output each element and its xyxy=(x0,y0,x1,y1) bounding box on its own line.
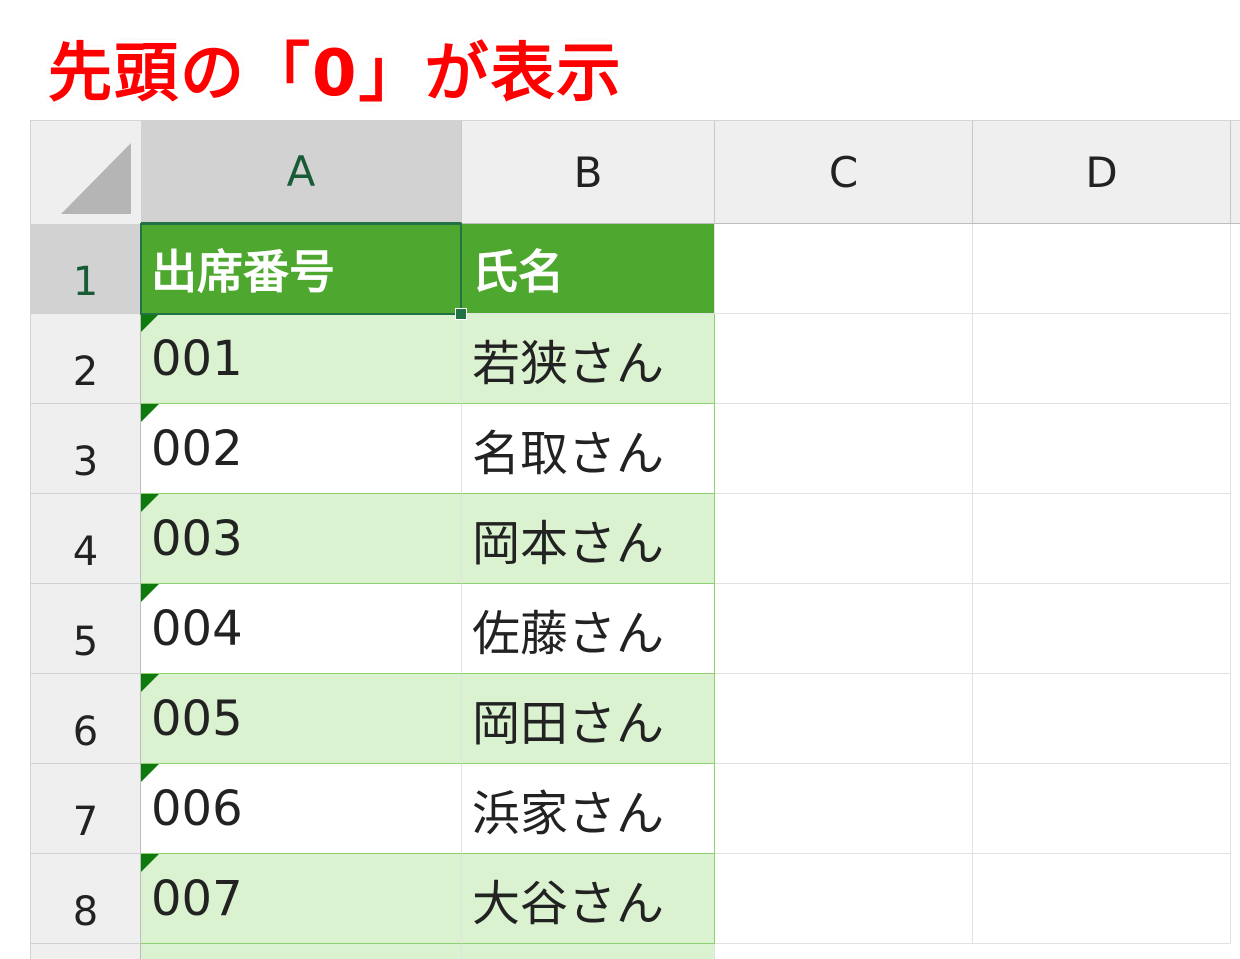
cell-c7[interactable] xyxy=(715,764,973,854)
cell-b2[interactable]: 若狭さん xyxy=(462,314,715,404)
cell-b1[interactable]: 氏名 xyxy=(462,224,715,314)
cell-d5[interactable] xyxy=(973,584,1231,674)
column-header-c[interactable]: C xyxy=(715,121,973,224)
error-indicator-icon xyxy=(141,494,159,512)
page-title: 先頭の「0」が表示 xyxy=(48,37,623,111)
cell-a5-value: 004 xyxy=(151,600,243,657)
cell-a7-value: 006 xyxy=(151,780,243,837)
select-all-triangle-icon xyxy=(61,143,131,214)
cell-a7[interactable]: 006 xyxy=(141,764,462,854)
cell-d8[interactable] xyxy=(973,854,1231,944)
column-header-b[interactable]: B xyxy=(462,121,715,224)
error-indicator-icon xyxy=(141,854,159,872)
cell-c1[interactable] xyxy=(715,224,973,314)
error-indicator-icon xyxy=(141,764,159,782)
column-header-a[interactable]: A xyxy=(141,121,462,224)
cell-a6-value: 005 xyxy=(151,690,243,747)
select-all-corner[interactable] xyxy=(31,121,142,225)
cell-d2[interactable] xyxy=(973,314,1231,404)
cell-b4[interactable]: 岡本さん xyxy=(462,494,715,584)
fill-handle[interactable] xyxy=(455,308,467,320)
cell-a4[interactable]: 003 xyxy=(141,494,462,584)
cell-d6[interactable] xyxy=(973,674,1231,764)
row-header-3[interactable]: 3 xyxy=(31,404,141,494)
cell-a8[interactable]: 007 xyxy=(141,854,462,944)
cell-b6[interactable]: 岡田さん xyxy=(462,674,715,764)
row-header-9[interactable] xyxy=(31,944,141,959)
cell-c4[interactable] xyxy=(715,494,973,584)
cell-c5[interactable] xyxy=(715,584,973,674)
cell-d3[interactable] xyxy=(973,404,1231,494)
row-header-1[interactable]: 1 xyxy=(31,224,141,314)
cell-a3-value: 002 xyxy=(151,420,243,477)
row-header-7[interactable]: 7 xyxy=(31,764,141,854)
cell-a2[interactable]: 001 xyxy=(141,314,462,404)
cell-c6[interactable] xyxy=(715,674,973,764)
cell-b9[interactable] xyxy=(462,944,715,959)
cell-d7[interactable] xyxy=(973,764,1231,854)
column-header-e[interactable] xyxy=(1231,121,1240,224)
row-header-5[interactable]: 5 xyxy=(31,584,141,674)
error-indicator-icon xyxy=(141,584,159,602)
cell-a5[interactable]: 004 xyxy=(141,584,462,674)
error-indicator-icon xyxy=(141,674,159,692)
cell-a9[interactable] xyxy=(141,944,462,959)
cell-b7[interactable]: 浜家さん xyxy=(462,764,715,854)
spreadsheet-grid[interactable]: A B C D 1 出席番号 氏名 2 001 若狭さん 3 002 名取さん … xyxy=(30,120,1240,959)
cell-a1[interactable]: 出席番号 xyxy=(141,224,462,314)
cell-a4-value: 003 xyxy=(151,510,243,567)
cell-c3[interactable] xyxy=(715,404,973,494)
cell-a6[interactable]: 005 xyxy=(141,674,462,764)
cell-a2-value: 001 xyxy=(151,330,243,387)
error-indicator-icon xyxy=(141,314,159,332)
cell-b3[interactable]: 名取さん xyxy=(462,404,715,494)
row-header-4[interactable]: 4 xyxy=(31,494,141,584)
cell-b8[interactable]: 大谷さん xyxy=(462,854,715,944)
row-header-8[interactable]: 8 xyxy=(31,854,141,944)
cell-a3[interactable]: 002 xyxy=(141,404,462,494)
error-indicator-icon xyxy=(141,404,159,422)
column-header-d[interactable]: D xyxy=(973,121,1231,224)
cell-c2[interactable] xyxy=(715,314,973,404)
row-header-6[interactable]: 6 xyxy=(31,674,141,764)
cell-d1[interactable] xyxy=(973,224,1231,314)
cell-d4[interactable] xyxy=(973,494,1231,584)
cell-a8-value: 007 xyxy=(151,870,243,927)
cell-b5[interactable]: 佐藤さん xyxy=(462,584,715,674)
cell-c8[interactable] xyxy=(715,854,973,944)
row-header-2[interactable]: 2 xyxy=(31,314,141,404)
